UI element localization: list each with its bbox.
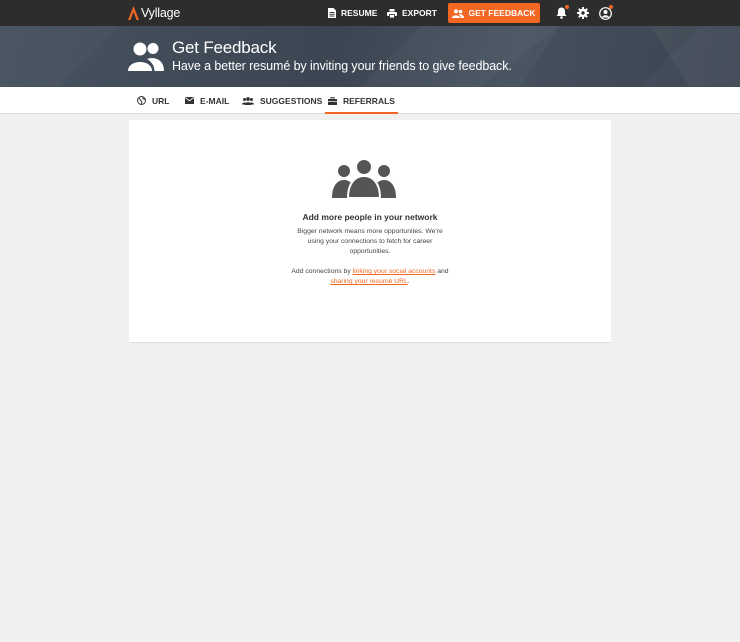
page-subtitle: Have a better resumé by inviting your fr… — [172, 59, 512, 73]
account-avatar-button[interactable] — [598, 5, 613, 20]
top-navbar: Vyllage RESUME EXPORT GET FEEDBACK — [0, 0, 740, 26]
share-resume-url-link[interactable]: sharing your resumé URL — [330, 278, 407, 285]
tab-suggestions[interactable]: SUGGESTIONS — [242, 87, 322, 114]
people-icon — [242, 96, 254, 105]
link-social-accounts[interactable]: linking your social accounts — [353, 268, 436, 275]
banner-background-pattern — [520, 26, 740, 87]
tab-url-label: URL — [152, 95, 170, 106]
vyllage-logo[interactable]: Vyllage — [128, 5, 180, 21]
document-icon — [328, 8, 336, 18]
cta-prefix: Add connections by — [291, 268, 353, 275]
page-title: Get Feedback — [172, 38, 277, 57]
feedback-users-icon — [128, 42, 164, 71]
cta-suffix: . — [407, 278, 410, 285]
gear-icon — [577, 7, 589, 19]
export-nav-button[interactable]: EXPORT — [387, 6, 437, 20]
tab-email-label: E-MAIL — [200, 95, 230, 106]
notifications-button[interactable] — [554, 5, 569, 20]
network-people-icon — [332, 158, 396, 198]
page-header-banner: Get Feedback Have a better resumé by inv… — [0, 26, 740, 87]
feedback-tabs: URL E-MAIL SUGGESTIONS REFERRALS — [0, 87, 740, 114]
bell-icon — [556, 7, 566, 19]
tab-suggestions-label: SUGGESTIONS — [260, 95, 323, 106]
referrals-panel: Add more people in your network Bigger n… — [129, 120, 611, 343]
settings-button[interactable] — [576, 6, 590, 20]
briefcase-icon — [328, 96, 337, 105]
globe-icon — [137, 96, 146, 105]
resume-nav-button[interactable]: RESUME — [328, 6, 377, 20]
account-alert-dot — [609, 5, 613, 9]
tab-url[interactable]: URL — [137, 87, 169, 114]
get-feedback-button[interactable]: GET FEEDBACK — [448, 3, 540, 23]
tab-referrals-label: REFERRALS — [343, 95, 395, 106]
tab-referrals[interactable]: REFERRALS — [325, 87, 398, 114]
logo-text: Vyllage — [141, 6, 181, 20]
get-feedback-label: GET FEEDBACK — [468, 8, 536, 18]
tab-email[interactable]: E-MAIL — [185, 87, 229, 114]
referrals-description: Bigger network means more opportunites. … — [297, 228, 443, 255]
referrals-cta: Add connections by linking your social a… — [290, 267, 450, 287]
resume-nav-label: RESUME — [341, 8, 378, 18]
referrals-title: Add more people in your network — [302, 212, 438, 222]
cta-middle: and — [435, 268, 449, 275]
notification-dot — [565, 5, 569, 9]
envelope-icon — [185, 97, 194, 104]
logo-mark-icon — [128, 6, 139, 20]
printer-icon — [387, 8, 397, 18]
users-icon — [452, 8, 465, 18]
export-nav-label: EXPORT — [402, 8, 437, 18]
